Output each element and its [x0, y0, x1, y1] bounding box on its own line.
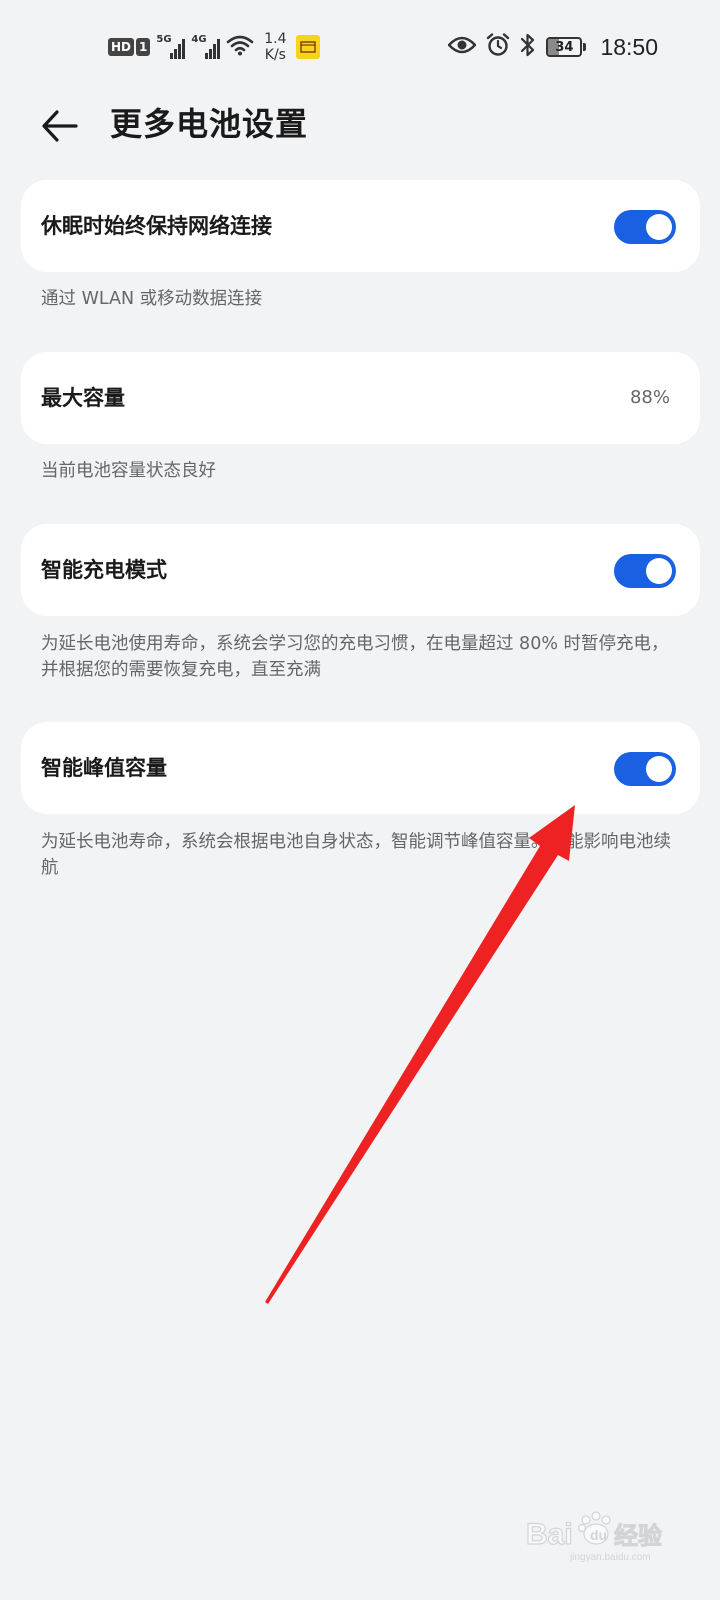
network-speed-unit: K/s: [264, 47, 286, 63]
setting-peak-capacity-label: 智能峰值容量: [41, 756, 167, 780]
wifi-icon: [226, 34, 254, 60]
setting-smart-charge-card[interactable]: 智能充电模式: [21, 524, 700, 616]
back-button[interactable]: [38, 104, 82, 148]
signal-5g-tag: 5G: [156, 34, 172, 45]
mini-app-icon: [296, 35, 321, 59]
svg-text:经验: 经验: [614, 1522, 662, 1550]
hd-label: HD: [108, 38, 135, 56]
setting-smart-charge-label: 智能充电模式: [41, 558, 167, 582]
page-title: 更多电池设置: [110, 105, 309, 143]
battery-level: 34: [555, 39, 574, 55]
signal-5g-icon: 5G: [156, 34, 186, 59]
status-clock: 18:50: [600, 33, 658, 60]
setting-smart-charge-description: 为延长电池使用寿命，系统会学习您的充电习惯，在电量超过 80% 时暂停充电，并根…: [41, 634, 669, 680]
setting-max-capacity-label: 最大容量: [41, 386, 125, 410]
setting-keep-network-card[interactable]: 休眠时始终保持网络连接: [21, 180, 700, 272]
svg-text:du: du: [590, 1527, 607, 1543]
keep-network-toggle[interactable]: [614, 210, 676, 244]
app-header: 更多电池设置: [0, 92, 720, 156]
baidu-jingyan-watermark: Bai du 经验 jingyan.baidu.com: [526, 1506, 676, 1562]
battery-icon: 34: [546, 37, 587, 57]
setting-max-capacity-card[interactable]: 最大容量 88%: [21, 352, 700, 444]
smart-charge-toggle[interactable]: [614, 554, 676, 588]
setting-peak-capacity-card[interactable]: 智能峰值容量: [21, 722, 700, 814]
status-bar-left: HD 1 5G 4G 1.4 K/s: [108, 30, 321, 64]
network-speed: 1.4 K/s: [260, 31, 290, 63]
svg-text:jingyan.baidu.com: jingyan.baidu.com: [569, 1552, 651, 1562]
signal-4g-tag: 4G: [191, 34, 207, 45]
network-speed-value: 1.4: [264, 31, 287, 47]
setting-max-capacity-description: 当前电池容量状态良好: [41, 461, 216, 481]
setting-keep-network-description: 通过 WLAN 或移动数据连接: [41, 289, 263, 309]
status-bar: HD 1 5G 4G 1.4 K/s 34 18:50: [0, 0, 720, 90]
peak-capacity-toggle[interactable]: [614, 752, 676, 786]
baidu-watermark-logo: Bai du 经验 jingyan.baidu.com: [526, 1511, 663, 1562]
svg-text:Bai: Bai: [526, 1518, 573, 1551]
sim-label: 1: [136, 38, 151, 56]
hd-icon: HD 1: [108, 38, 151, 56]
signal-4g-icon: 4G: [191, 34, 221, 59]
max-capacity-value: 88%: [629, 387, 670, 408]
setting-peak-capacity-description: 为延长电池寿命，系统会根据电池自身状态，智能调节峰值容量。可能影响电池续航: [41, 832, 671, 878]
eye-icon: [447, 35, 478, 59]
status-bar-right: 34 18:50: [447, 30, 658, 64]
bluetooth-icon: [520, 32, 536, 62]
setting-keep-network-label: 休眠时始终保持网络连接: [41, 214, 272, 238]
alarm-icon: [486, 33, 510, 61]
arrow-left-icon: [42, 110, 78, 142]
